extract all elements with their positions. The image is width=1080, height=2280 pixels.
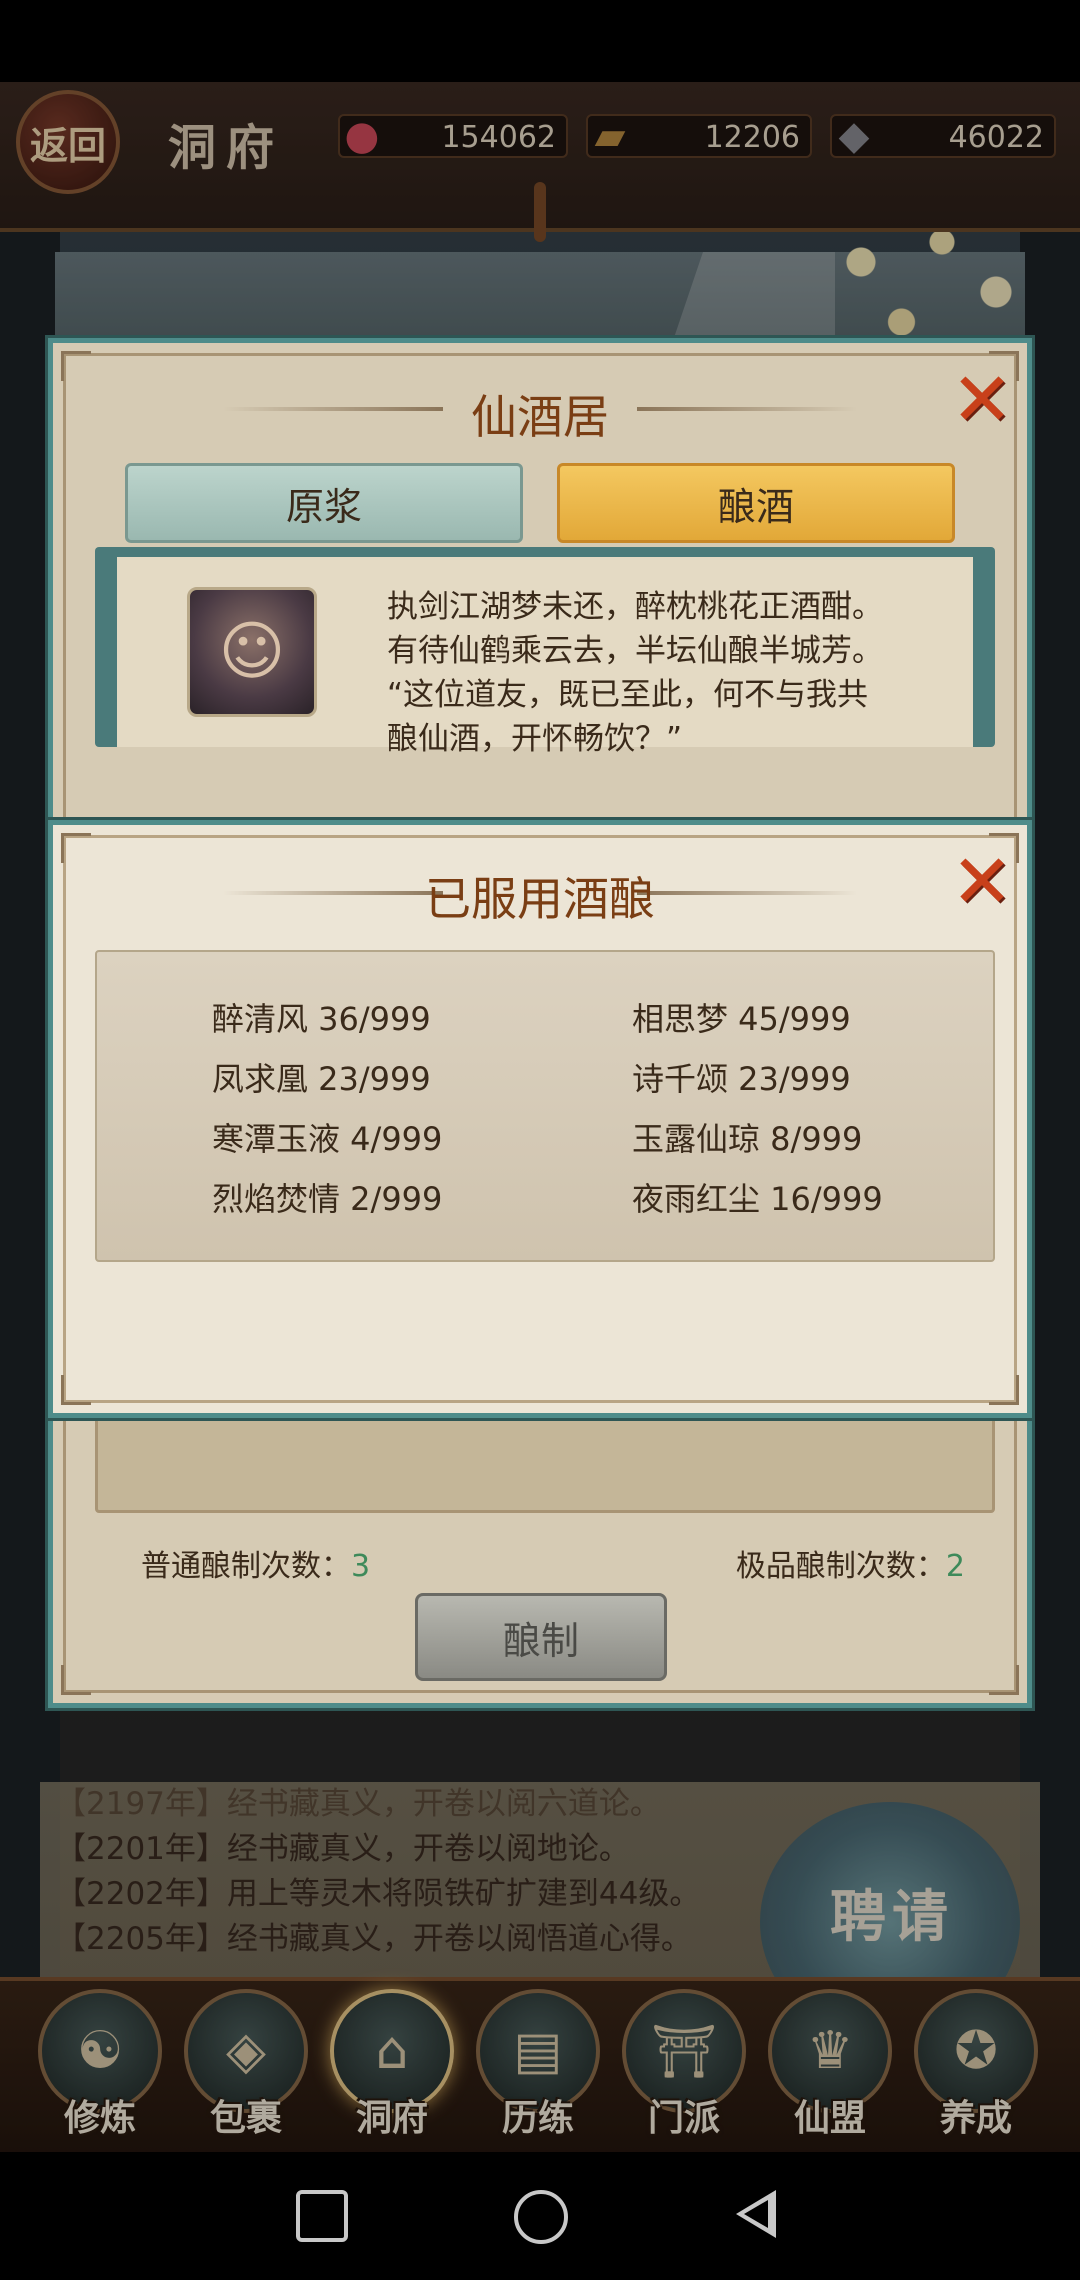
status-bar <box>0 0 1080 82</box>
normal-count-label: 普通酿制次数： <box>141 1549 351 1584</box>
intro-frame: ☺ 执剑江湖梦未还，醉枕桃花正酒酣。 有待仙鹤乘云去，半坛仙酿半城芳。 “这位道… <box>95 547 995 757</box>
wine-item: 相思梦 45/999 <box>632 1000 851 1038</box>
consumed-wine-dialog: 已服用酒酿 ✕ 醉清风 36/999 相思梦 45/999 凤求凰 23/999… <box>48 820 1032 1418</box>
intro-card: ☺ 执剑江湖梦未还，醉枕桃花正酒酣。 有待仙鹤乘云去，半坛仙酿半城芳。 “这位道… <box>117 557 973 757</box>
wine-item: 夜雨红尘 16/999 <box>632 1180 883 1218</box>
intro-line: “这位道友，既已至此，何不与我共 <box>387 677 869 713</box>
dialog-title: 已服用酒酿 <box>425 872 655 926</box>
intro-line: 执剑江湖梦未还，醉枕桃花正酒酣。 <box>387 589 883 625</box>
recent-apps-icon[interactable] <box>296 2190 348 2242</box>
premium-brew-count: 极品酿制次数：2 <box>736 1541 965 1585</box>
corner-ornament <box>61 1375 91 1405</box>
wine-item: 诗千颂 23/999 <box>632 1060 851 1098</box>
back-icon[interactable] <box>736 2190 776 2238</box>
close-icon[interactable]: ✕ <box>951 363 1013 437</box>
corner-ornament <box>61 833 91 863</box>
intro-line: 酿仙酒，开怀畅饮？” <box>387 721 683 757</box>
corner-ornament <box>61 351 91 381</box>
corner-ornament <box>61 1665 91 1695</box>
home-icon[interactable] <box>514 2190 568 2244</box>
normal-brew-count: 普通酿制次数：3 <box>141 1541 370 1585</box>
close-icon[interactable]: ✕ <box>951 845 1013 919</box>
tavern-title: 仙酒居 <box>471 390 609 444</box>
brew-button[interactable]: 酿制 <box>415 1593 667 1681</box>
normal-count-value: 3 <box>351 1549 371 1584</box>
tab-brew-wine[interactable]: 酿酒 <box>557 463 955 543</box>
wine-item: 醉清风 36/999 <box>212 1000 431 1038</box>
wine-item: 凤求凰 23/999 <box>212 1060 431 1098</box>
intro-line: 有待仙鹤乘云去，半坛仙酿半城芳。 <box>387 633 883 669</box>
tab-raw-wine[interactable]: 原浆 <box>125 463 523 543</box>
premium-count-value: 2 <box>945 1549 965 1584</box>
wine-item: 玉露仙琼 8/999 <box>632 1120 863 1158</box>
wine-item: 寒潭玉液 4/999 <box>212 1120 443 1158</box>
corner-ornament <box>989 1375 1019 1405</box>
corner-ornament <box>989 1665 1019 1695</box>
wine-list: 醉清风 36/999 相思梦 45/999 凤求凰 23/999 诗千颂 23/… <box>95 950 995 1262</box>
system-nav-bar <box>0 2152 1080 2280</box>
npc-portrait: ☺ <box>187 587 317 717</box>
intro-text: 执剑江湖梦未还，醉枕桃花正酒酣。 有待仙鹤乘云去，半坛仙酿半城芳。 “这位道友，… <box>387 585 947 761</box>
wine-item: 烈焰焚情 2/999 <box>212 1180 443 1218</box>
premium-count-label: 极品酿制次数： <box>735 1549 946 1584</box>
